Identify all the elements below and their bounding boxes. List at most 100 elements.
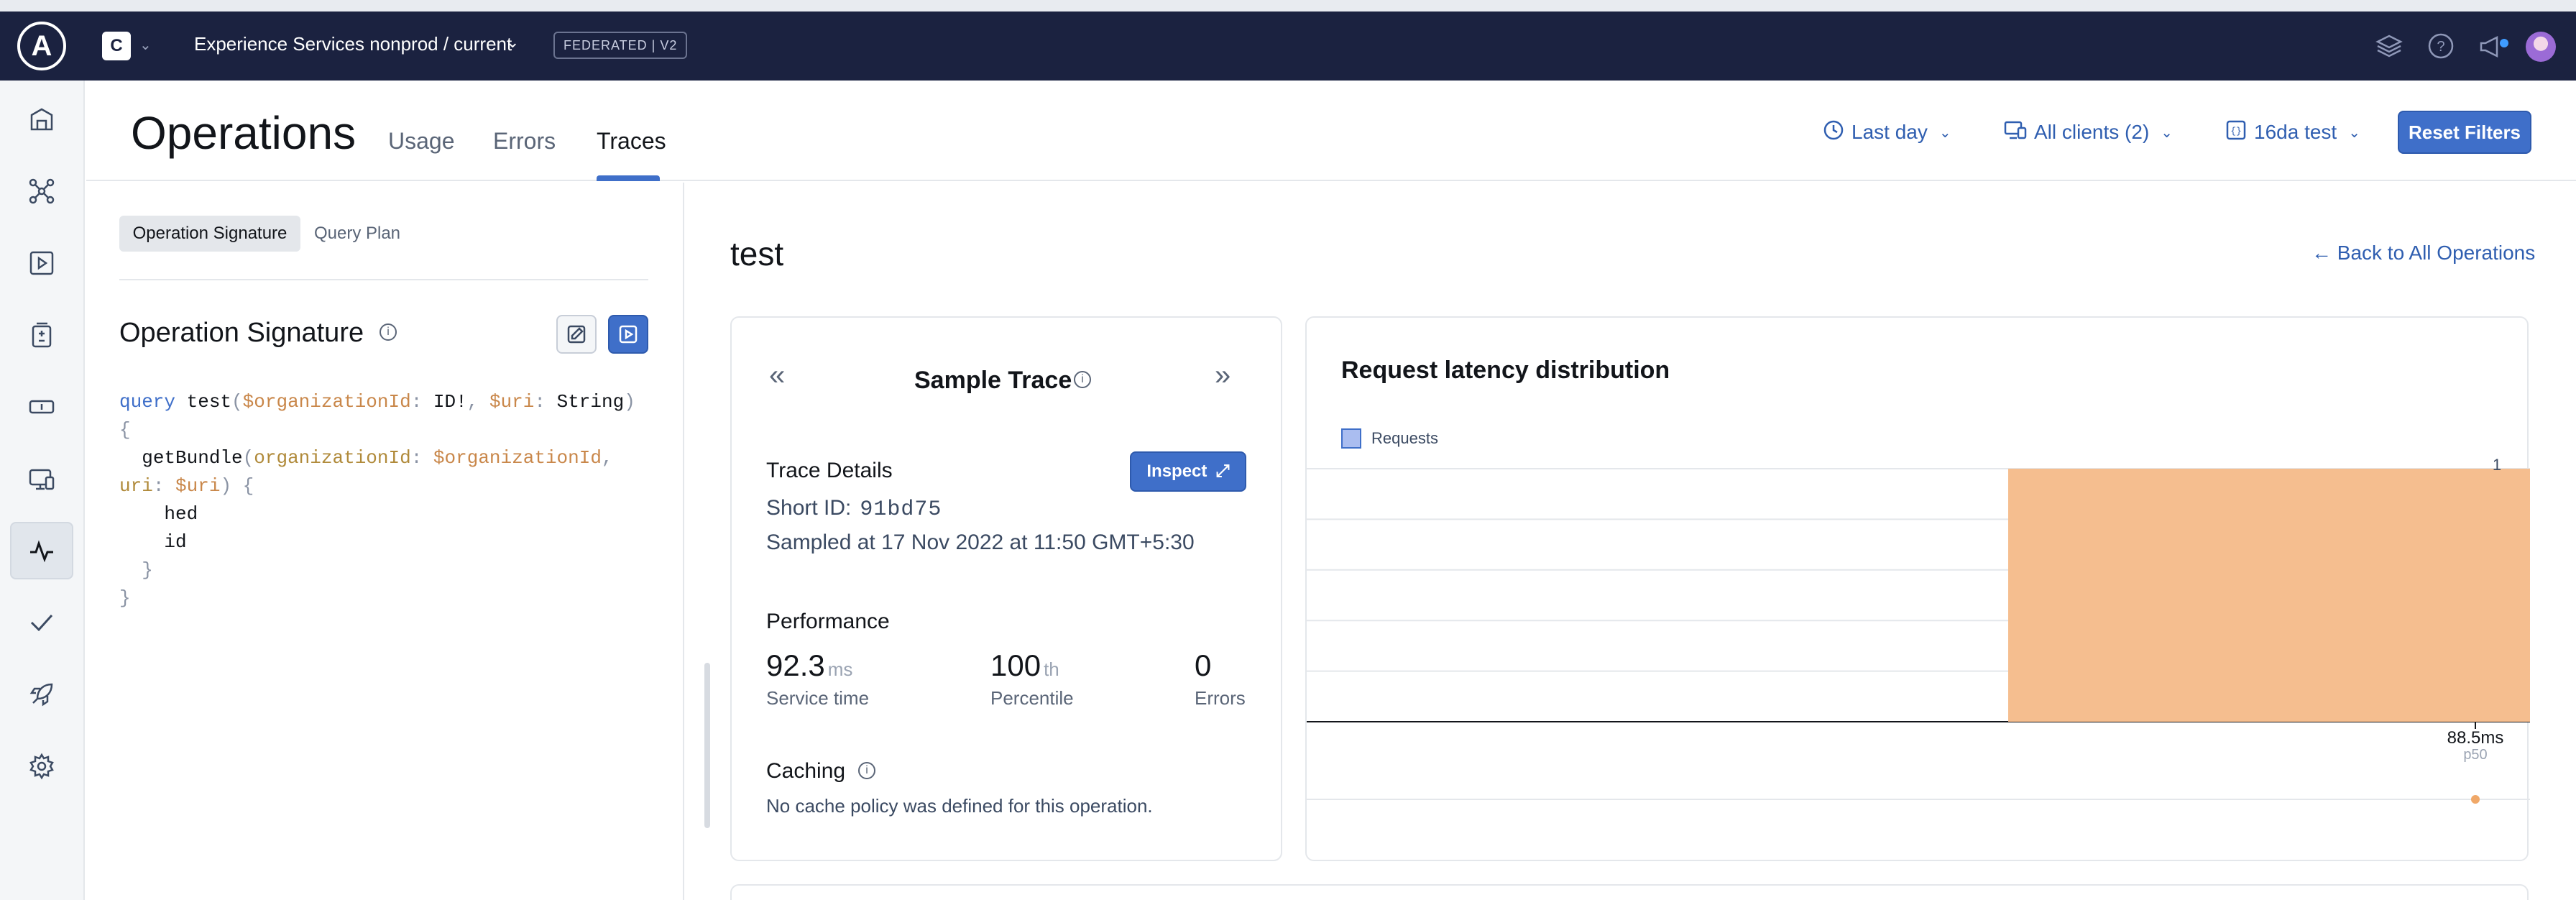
sidebar-clients-icon[interactable] — [10, 450, 73, 508]
panel-divider — [119, 279, 648, 280]
info-icon[interactable]: i — [380, 323, 397, 341]
tab-usage[interactable]: Usage — [388, 128, 455, 155]
metric-unit: th — [1044, 658, 1059, 680]
short-id-label: Short ID: — [766, 496, 852, 520]
code-field-getbundle: getBundle — [142, 447, 243, 469]
operation-filter[interactable]: {} 16da test ⌄ — [2225, 116, 2360, 148]
latency-bar — [2008, 469, 2530, 722]
sidebar-home-icon[interactable] — [10, 91, 73, 148]
inspect-button[interactable]: Inspect ⤢ — [1130, 451, 1246, 492]
back-to-all-operations-link[interactable]: ← Back to All Operations — [2312, 242, 2535, 265]
help-icon[interactable]: ? — [2425, 30, 2457, 62]
next-trace-icon[interactable]: » — [1215, 359, 1230, 392]
caching-heading: Caching — [766, 759, 846, 783]
metric-value: 100 — [990, 648, 1041, 682]
code-arg-uri: uri — [119, 475, 153, 497]
apollo-logo-icon[interactable]: A — [17, 22, 66, 70]
previous-trace-icon[interactable]: « — [769, 359, 785, 392]
top-navigation-bar: A C ⌄ Experience Services nonprod / curr… — [0, 12, 2576, 81]
sidebar-schema-graph-icon[interactable] — [10, 162, 73, 220]
page-title: Operations — [131, 107, 356, 159]
clients-filter[interactable]: All clients (2) ⌄ — [2004, 116, 2173, 148]
metric-errors: 0 Errors — [1195, 648, 1246, 710]
reset-filters-button[interactable]: Reset Filters — [2398, 111, 2531, 154]
metric-value: 92.3 — [766, 648, 825, 682]
svg-text:?: ? — [2437, 39, 2444, 55]
code-keyword: query — [119, 391, 176, 413]
active-tab-indicator — [597, 175, 660, 181]
code-arg-var-uri: $uri — [175, 475, 221, 497]
sample-trace-title: Sample Trace — [914, 367, 1072, 394]
page-header: Operations Usage Errors Traces Last day … — [86, 81, 2576, 181]
time-range-label: Last day — [1852, 121, 1928, 143]
code-type-id: ID! — [433, 391, 467, 413]
clients-chevron-down-icon: ⌄ — [2161, 124, 2174, 141]
trace-details-heading: Trace Details — [766, 459, 893, 482]
y-value-label: 1 — [2493, 456, 2501, 474]
docs-stack-icon[interactable] — [2373, 30, 2405, 62]
inspect-label: Inspect — [1146, 462, 1208, 481]
time-chevron-down-icon: ⌄ — [1938, 124, 1951, 141]
metric-value: 0 — [1195, 648, 1212, 682]
svg-text:{}: {} — [2230, 126, 2242, 137]
code-operation-name: test — [186, 391, 232, 413]
left-sidebar — [0, 81, 85, 900]
org-chevron-down-icon[interactable]: ⌄ — [139, 36, 152, 54]
graph-variant-selector[interactable]: Experience Services nonprod / current — [194, 33, 512, 55]
sample-trace-info-icon[interactable]: i — [1074, 371, 1091, 388]
metric-unit: ms — [827, 658, 853, 680]
metric-label: Service time — [766, 687, 870, 709]
arrow-left-icon: ← — [2312, 242, 2332, 264]
federated-version-badge: FEDERATED | V2 — [553, 32, 688, 59]
back-link-label: Back to All Operations — [2337, 242, 2536, 264]
sidebar-changelog-icon[interactable] — [10, 306, 73, 364]
sidebar-launches-rocket-icon[interactable] — [10, 666, 73, 723]
segment-operation-signature[interactable]: Operation Signature — [119, 216, 300, 252]
code-var-organization-id: $organizationId — [242, 391, 411, 413]
caching-info-icon[interactable]: i — [858, 762, 875, 779]
metric-label: Percentile — [990, 687, 1074, 709]
segment-query-plan[interactable]: Query Plan — [306, 216, 408, 252]
performance-heading: Performance — [766, 610, 890, 633]
clients-devices-icon — [2004, 119, 2027, 146]
sidebar-checks-icon[interactable] — [10, 594, 73, 651]
metric-percentile: 100th Percentile — [990, 648, 1074, 710]
operation-signature-code[interactable]: query test($organizationId: ID!, $uri: S… — [119, 388, 635, 612]
tab-traces[interactable]: Traces — [597, 128, 666, 155]
metric-service-time: 92.3 ms Service time — [766, 648, 869, 710]
clock-icon — [1823, 119, 1844, 146]
code-subfield-hed: hed — [164, 503, 198, 525]
copy-signature-button[interactable] — [556, 315, 597, 354]
panel-scrollbar[interactable] — [704, 663, 710, 828]
p50-label: p50 — [2463, 747, 2487, 763]
metric-label: Errors — [1195, 687, 1246, 709]
operation-label: 16da test — [2254, 121, 2337, 143]
org-switcher-badge[interactable]: C — [102, 32, 131, 60]
braces-icon: {} — [2225, 119, 2247, 146]
sidebar-fields-icon[interactable] — [10, 378, 73, 436]
operation-signature-heading: Operation Signature — [119, 318, 364, 348]
sample-trace-card: « Sample Trace i » Trace Details Inspect… — [730, 316, 1282, 861]
short-id-value[interactable]: 91bd75 — [860, 497, 942, 522]
code-type-string: String — [556, 391, 625, 413]
x-tick-label: 88.5ms — [2447, 728, 2504, 748]
p50-marker — [2471, 795, 2480, 804]
lower-card — [730, 884, 2529, 900]
code-subfield-id: id — [164, 531, 187, 553]
sidebar-explorer-play-icon[interactable] — [10, 234, 73, 292]
run-in-explorer-button[interactable] — [608, 315, 648, 354]
user-avatar[interactable] — [2526, 32, 2556, 62]
time-range-filter[interactable]: Last day ⌄ — [1823, 116, 1951, 148]
clients-label: All clients (2) — [2034, 121, 2150, 143]
sidebar-settings-gear-icon[interactable] — [10, 738, 73, 795]
graph-chevron-down-icon[interactable]: ⌄ — [506, 33, 519, 52]
latency-distribution-card: Request latency distribution Requests 18… — [1305, 316, 2530, 861]
sampled-at-text: Sampled at 17 Nov 2022 at 11:50 GMT+5:30 — [766, 531, 1195, 554]
notification-dot — [2500, 39, 2508, 47]
latency-chart-svg: 1 88.5msp50 — [1307, 456, 2530, 804]
browser-top-strip — [0, 0, 2576, 12]
expand-arrows-icon: ⤢ — [1215, 462, 1230, 481]
code-arg-organization-id: organizationId — [254, 447, 411, 469]
sidebar-operations-chart-icon[interactable] — [10, 522, 73, 579]
tab-errors[interactable]: Errors — [493, 128, 556, 155]
